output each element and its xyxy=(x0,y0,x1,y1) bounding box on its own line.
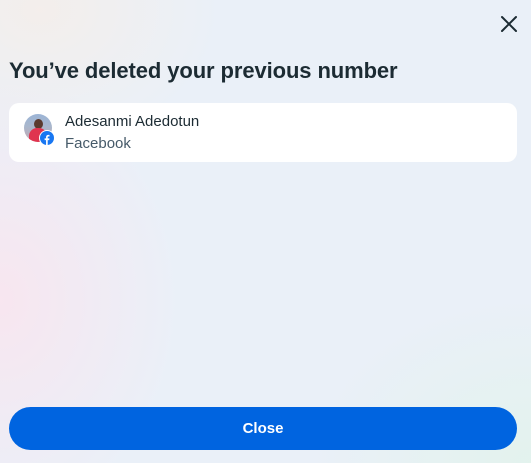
account-name: Adesanmi Adedotun xyxy=(65,113,200,130)
facebook-badge xyxy=(39,130,55,146)
dialog-title: You’ve deleted your previous number xyxy=(9,58,398,83)
close-button[interactable]: Close xyxy=(9,407,517,450)
account-card: Adesanmi Adedotun Facebook xyxy=(9,103,517,162)
facebook-icon xyxy=(40,131,54,145)
close-icon[interactable] xyxy=(496,11,522,37)
account-platform: Facebook xyxy=(65,135,131,152)
avatar xyxy=(24,114,55,146)
